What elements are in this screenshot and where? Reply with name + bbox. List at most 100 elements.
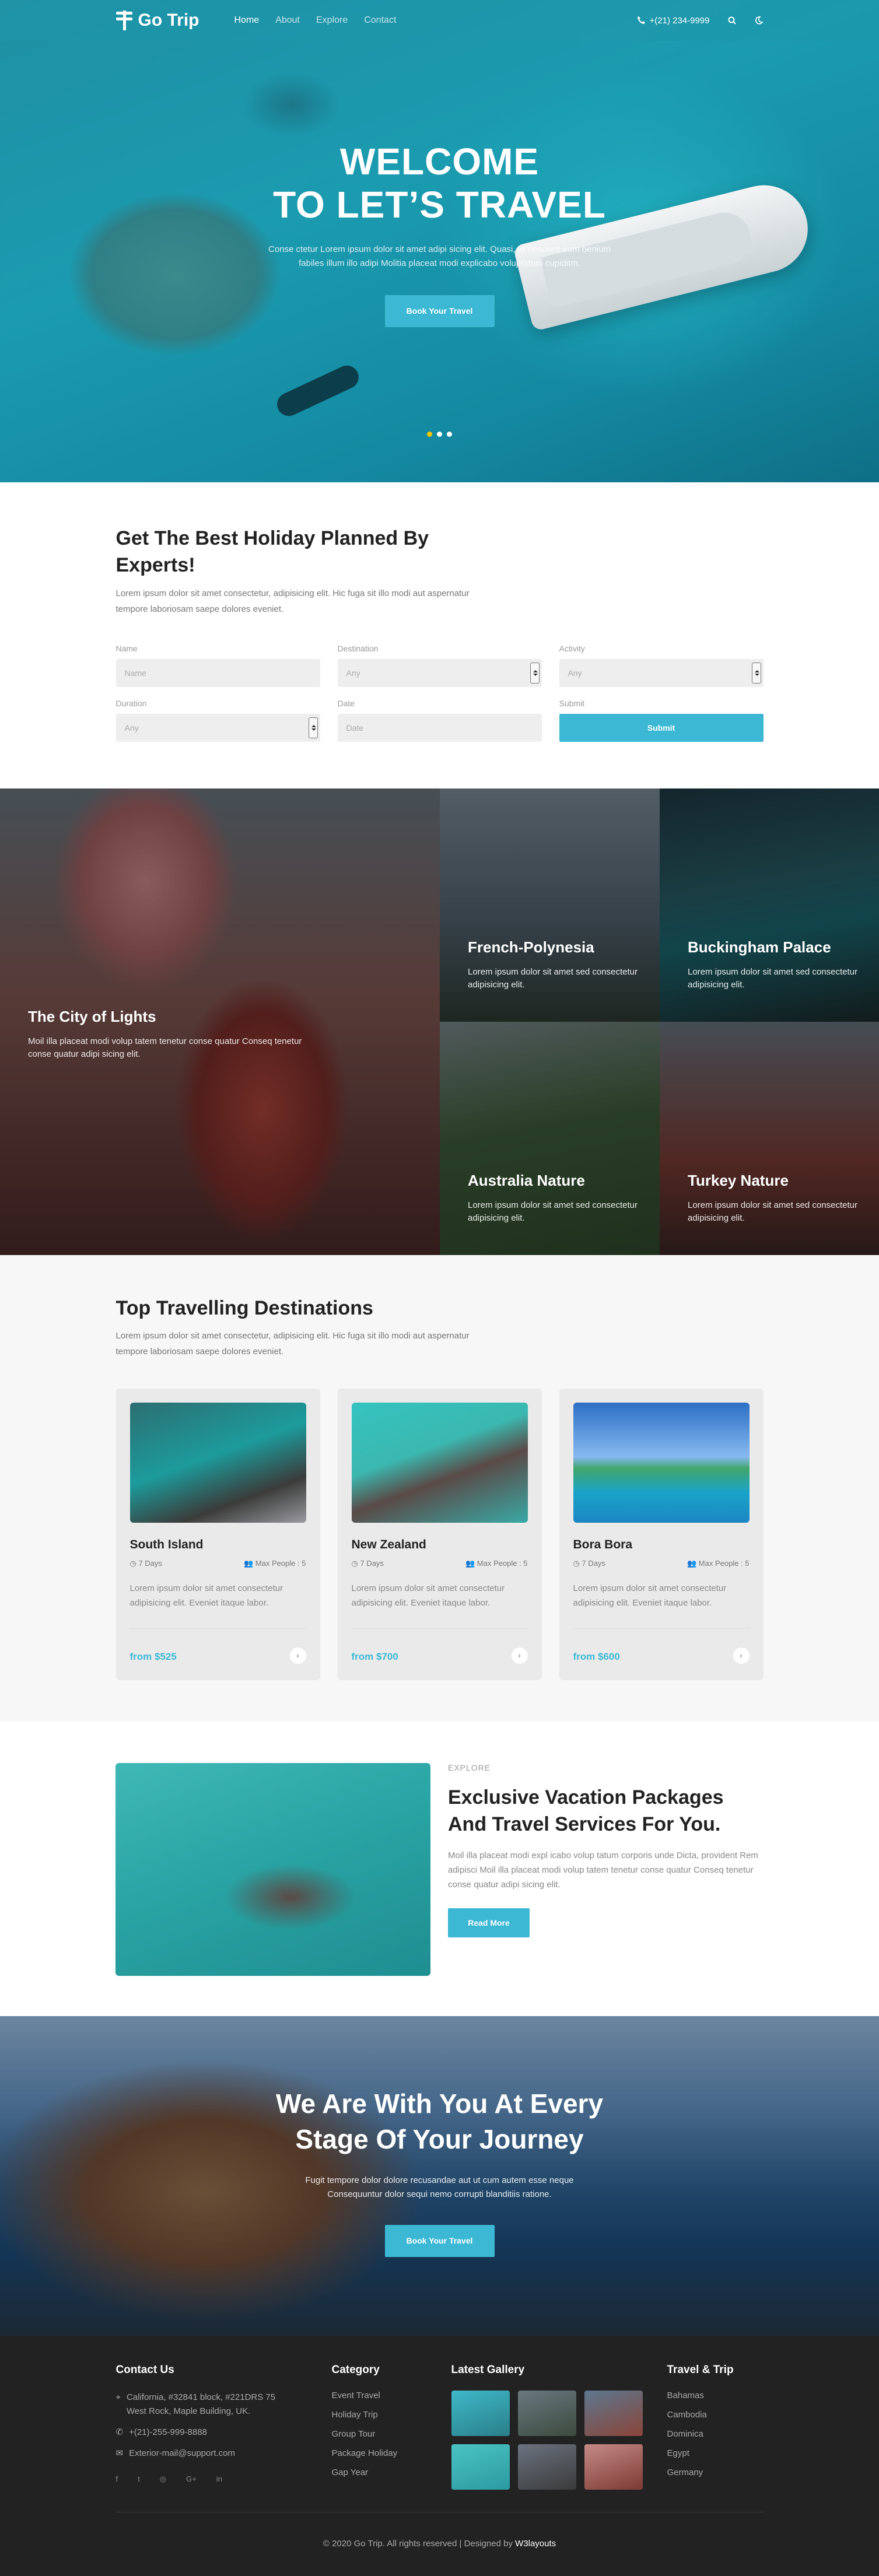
gallery-thumb[interactable]: [517, 2391, 576, 2436]
gallery-thumbs: [451, 2391, 667, 2490]
name-input[interactable]: Name: [115, 659, 320, 687]
twitter-icon[interactable]: t: [138, 2475, 140, 2484]
destination-card[interactable]: Bora Bora ◷ 7 Days 👥 Max People : 5 Lore…: [559, 1389, 764, 1680]
planner-lead: Lorem ipsum dolor sit amet consectetur, …: [115, 588, 470, 614]
linkedin-icon[interactable]: in: [216, 2475, 222, 2484]
duration-select[interactable]: Any: [115, 714, 320, 742]
footer-link[interactable]: Event Travel: [332, 2391, 451, 2400]
activity-value: Any: [568, 668, 582, 678]
destination-card[interactable]: New Zealand ◷ 7 Days 👥 Max People : 5 Lo…: [337, 1389, 542, 1680]
gallery-tile-french-polynesia[interactable]: French-Polynesia Lorem ipsum dolor sit a…: [440, 788, 660, 1022]
gallery-thumb[interactable]: [584, 2391, 643, 2436]
slider-dot-1[interactable]: [427, 432, 432, 437]
footer-link[interactable]: Gap Year: [332, 2468, 451, 2477]
nav-actions: +(21) 234-9999: [637, 16, 764, 26]
arrow-right-icon[interactable]: ›: [511, 1648, 528, 1664]
activity-select[interactable]: Any: [559, 659, 764, 687]
card-image[interactable]: [573, 1403, 750, 1523]
hero-title-line2: TO LET’S TRAVEL: [273, 184, 606, 226]
nav-about[interactable]: About: [275, 15, 300, 26]
footer-travel: Travel & Trip Bahamas Cambodia Dominica …: [667, 2364, 761, 2490]
footer-link[interactable]: Bahamas: [667, 2391, 761, 2400]
planner-title: Get The Best Holiday Planned By Experts!: [115, 527, 429, 576]
destination-card[interactable]: South Island ◷ 7 Days 👥 Max People : 5 L…: [115, 1389, 320, 1680]
field-date-label: Date: [337, 699, 355, 708]
card-price: from $600: [573, 1651, 620, 1662]
gallery-thumb[interactable]: [517, 2444, 576, 2490]
footer-address: ⌖ California, #32841 block, #221DRS 75 We…: [116, 2391, 297, 2419]
gallery-tile-turkey-nature[interactable]: Turkey Nature Lorem ipsum dolor sit amet…: [660, 1022, 879, 1255]
journey-book-button[interactable]: Book Your Travel: [384, 2225, 495, 2257]
nav-home[interactable]: Home: [234, 15, 260, 26]
card-people: 👥 Max People : 5: [687, 1559, 750, 1568]
tile-title: French-Polynesia: [468, 938, 594, 956]
nav-phone[interactable]: +(21) 234-9999: [637, 16, 710, 26]
users-icon: 👥: [687, 1559, 699, 1568]
footer-link[interactable]: Egypt: [667, 2448, 761, 2458]
destination-select[interactable]: Any: [337, 659, 542, 687]
card-days: ◷ 7 Days: [130, 1559, 162, 1568]
submit-button[interactable]: Submit: [559, 714, 764, 742]
explore-text: Moil illa placeat modi expl icabo volup …: [448, 1850, 758, 1890]
designer-link[interactable]: W3layouts: [515, 2539, 556, 2549]
read-more-button[interactable]: Read More: [448, 1908, 530, 1937]
card-title[interactable]: Bora Bora: [573, 1538, 750, 1552]
card-people: 👥 Max People : 5: [244, 1559, 306, 1568]
footer-link[interactable]: Group Tour: [332, 2429, 451, 2439]
google-plus-icon[interactable]: G+: [186, 2475, 197, 2484]
brand-logo[interactable]: Go Trip: [115, 10, 199, 30]
select-arrows-icon: [530, 663, 540, 684]
gallery-thumb[interactable]: [451, 2391, 510, 2436]
date-input[interactable]: Date: [337, 714, 542, 742]
card-text: Lorem ipsum dolor sit amet consectetur a…: [573, 1583, 727, 1608]
footer-link[interactable]: Package Holiday: [332, 2448, 451, 2458]
slider-dot-3[interactable]: [447, 432, 452, 437]
card-image[interactable]: [351, 1403, 528, 1523]
hero-slider-dots: [0, 432, 879, 437]
footer-email[interactable]: ✉ Exterior-mail@support.com: [116, 2447, 332, 2461]
tile-caption: Australia Nature Lorem ipsum dolor sit a…: [468, 1172, 643, 1225]
hero-book-button[interactable]: Book Your Travel: [384, 295, 495, 327]
journey-title-line2: Stage Of Your Journey: [295, 2124, 584, 2154]
footer-link[interactable]: Holiday Trip: [332, 2410, 451, 2420]
explore-image: [115, 1763, 430, 1976]
slider-dot-2[interactable]: [437, 432, 442, 437]
facebook-icon[interactable]: f: [116, 2475, 118, 2484]
arrow-right-icon[interactable]: ›: [733, 1648, 750, 1664]
nav-contact[interactable]: Contact: [364, 15, 396, 26]
nav-explore[interactable]: Explore: [316, 15, 348, 26]
card-meta: ◷ 7 Days 👥 Max People : 5: [130, 1559, 306, 1568]
footer-link[interactable]: Cambodia: [667, 2410, 761, 2420]
footer-link[interactable]: Dominica: [667, 2429, 761, 2439]
footer-link[interactable]: Germany: [667, 2468, 761, 2477]
destinations-title: Top Travelling Destinations: [115, 1297, 373, 1319]
card-days-text: 7 Days: [138, 1559, 162, 1568]
gallery-tile-australia-nature[interactable]: Australia Nature Lorem ipsum dolor sit a…: [440, 1022, 660, 1255]
gallery-thumb[interactable]: [451, 2444, 510, 2490]
explore-tag: EXPLORE: [448, 1763, 491, 1772]
moon-icon[interactable]: [754, 16, 764, 25]
destination-gallery: The City of Lights Moil illa placeat mod…: [0, 788, 879, 1255]
search-icon[interactable]: [727, 16, 737, 25]
gallery-tile-buckingham-palace[interactable]: Buckingham Palace Lorem ipsum dolor sit …: [660, 788, 879, 1022]
card-title[interactable]: New Zealand: [352, 1538, 528, 1552]
card-divider: [129, 1628, 306, 1629]
main-menu: Home About Explore Contact: [234, 15, 397, 26]
card-image[interactable]: [129, 1403, 306, 1523]
footer-phone[interactable]: ✆ +(21)-255-999-8888: [116, 2426, 332, 2440]
footer-category-title: Category: [331, 2364, 380, 2376]
card-title[interactable]: South Island: [130, 1538, 306, 1552]
social-links: f t ◎ G+ in: [116, 2475, 332, 2484]
card-text: Lorem ipsum dolor sit amet consectetur a…: [351, 1583, 505, 1608]
gallery-thumb[interactable]: [584, 2444, 643, 2490]
planner-form: Name Name Destination Any Activity Any D…: [115, 644, 764, 742]
instagram-icon[interactable]: ◎: [160, 2475, 166, 2484]
card-days-text: 7 Days: [360, 1559, 384, 1568]
card-days-text: 7 Days: [582, 1559, 605, 1568]
tile-title: Australia Nature: [468, 1172, 585, 1189]
tile-text: Lorem ipsum dolor sit amet sed consectet…: [468, 967, 638, 990]
arrow-right-icon[interactable]: ›: [289, 1648, 306, 1664]
clock-icon: ◷: [573, 1559, 582, 1568]
journey-title-line1: We Are With You At Every: [275, 2088, 604, 2119]
gallery-tile-city-of-lights[interactable]: The City of Lights Moil illa placeat mod…: [0, 788, 440, 1255]
